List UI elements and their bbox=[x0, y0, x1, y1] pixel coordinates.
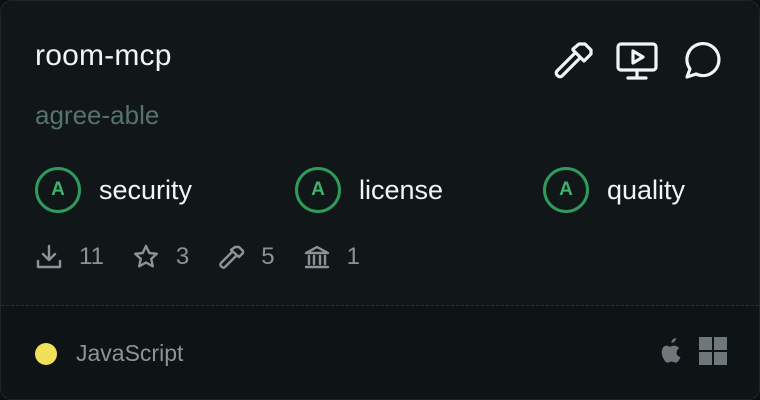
grade-label: security bbox=[99, 174, 193, 205]
star-icon bbox=[132, 243, 160, 271]
grade-license[interactable]: A license bbox=[295, 167, 443, 213]
tools-count: 5 bbox=[261, 243, 275, 270]
language-name: JavaScript bbox=[76, 340, 184, 366]
card-footer: JavaScript bbox=[1, 306, 759, 399]
grade-security[interactable]: A security bbox=[35, 167, 192, 213]
grade-label: quality bbox=[607, 174, 686, 205]
grade-label: license bbox=[359, 174, 444, 205]
institutions-stat: 1 bbox=[303, 243, 360, 271]
hammer-icon bbox=[217, 243, 245, 271]
server-name[interactable]: room-mcp bbox=[35, 39, 172, 73]
downloads-count: 11 bbox=[79, 243, 104, 270]
chat-bubble-icon[interactable] bbox=[679, 39, 723, 83]
stars-count: 3 bbox=[175, 243, 190, 270]
grade-quality[interactable]: A quality bbox=[543, 167, 685, 213]
apple-icon bbox=[659, 336, 685, 371]
hammer-icon[interactable] bbox=[551, 39, 595, 83]
download-icon bbox=[35, 243, 63, 271]
stars-stat: 3 bbox=[132, 243, 189, 271]
downloads-stat: 11 bbox=[35, 243, 104, 271]
stats-row: 11 3 5 1 bbox=[35, 243, 388, 271]
grade-badge: A bbox=[543, 167, 589, 213]
server-card[interactable]: room-mcp agree-able A security A license… bbox=[0, 0, 760, 400]
monitor-play-icon[interactable] bbox=[615, 39, 659, 83]
windows-icon bbox=[699, 337, 727, 370]
grade-badge: A bbox=[35, 167, 81, 213]
bank-icon bbox=[303, 243, 331, 271]
platform-icons bbox=[659, 336, 727, 371]
grade-badge: A bbox=[295, 167, 341, 213]
capability-icons bbox=[551, 39, 723, 83]
institutions-count: 1 bbox=[346, 243, 360, 270]
tools-stat: 5 bbox=[217, 243, 275, 271]
server-author[interactable]: agree-able bbox=[35, 100, 159, 131]
language-color-dot bbox=[35, 343, 57, 365]
